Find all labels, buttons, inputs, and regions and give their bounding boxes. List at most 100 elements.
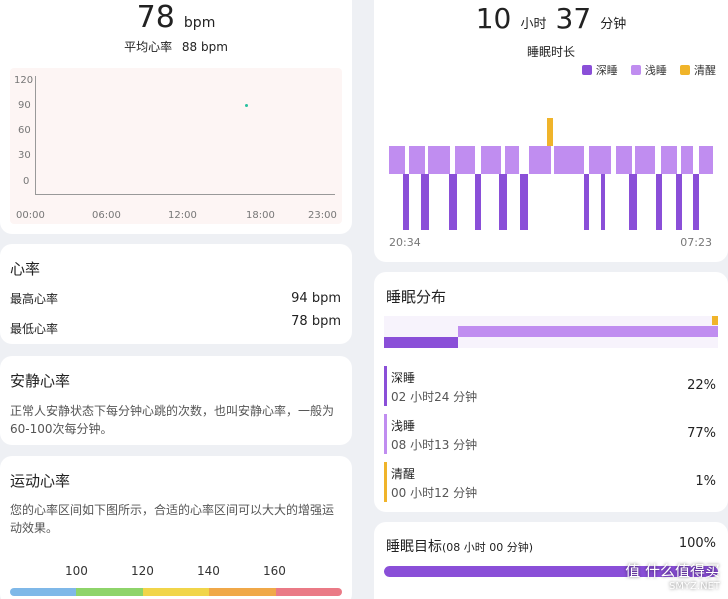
max-heart-rate-value: 94 bpm <box>291 291 341 306</box>
y-tick: 30 <box>18 150 31 161</box>
y-tick: 90 <box>18 100 31 111</box>
light-sleep-segment <box>616 146 632 174</box>
sleep-start-time: 20:34 <box>389 236 421 249</box>
average-label: 平均心率 <box>124 40 173 54</box>
light-sleep-segment <box>389 146 405 174</box>
deep-sleep-segment <box>601 174 605 230</box>
heart-rate-value: 78 <box>136 0 175 35</box>
card-title: 睡眠分布 <box>386 288 447 306</box>
exercise-description: 您的心率区间如下图所示，合适的心率区间可以大大的增强运动效果。 <box>10 503 335 535</box>
deep-sleep-segment <box>584 174 589 230</box>
x-tick: 00:00 <box>16 210 45 221</box>
x-tick: 06:00 <box>92 210 121 221</box>
deep-sleep-segment <box>693 174 699 230</box>
watermark: 值 什么值得买 SMYZ.NET <box>625 560 720 592</box>
heart-rate-unit: bpm <box>183 15 216 31</box>
legend-swatch <box>581 65 592 75</box>
average-value: 88 bpm <box>181 40 228 54</box>
sleep-minutes-unit: 分钟 <box>600 17 627 32</box>
sleep-distribution-card: 睡眠分布 深睡 02 小时24 分钟 22% 浅睡 08 小时13 分钟 77%… <box>374 272 728 512</box>
legend-label: 清醒 <box>694 64 716 77</box>
stage-percent: 1% <box>695 474 716 489</box>
zone-tick: 100 <box>65 564 88 578</box>
zone-segment <box>10 588 77 596</box>
x-tick: 18:00 <box>246 210 275 221</box>
sleep-summary-card: 10 小时 37 分钟 睡眠时长 深睡 浅睡 清醒 20:34 07:23 <box>374 0 728 262</box>
average-heart-rate: 平均心率 88 bpm <box>0 38 352 55</box>
deep-sleep-segment <box>520 174 528 230</box>
legend-label: 浅睡 <box>644 64 667 77</box>
light-sleep-segment <box>681 146 693 174</box>
distribution-item-light: 浅睡 08 小时13 分钟 77% <box>384 414 716 454</box>
zone-tick: 140 <box>197 564 220 578</box>
distribution-awake <box>712 316 718 325</box>
heart-rate-value-row: 78 bpm <box>0 0 352 35</box>
light-sleep-segment <box>589 146 611 174</box>
sleep-goal-card: 睡眠目标(08 小时 00 分钟) 100% 值 什么值得买 SMYZ.NET <box>374 522 728 599</box>
x-tick: 23:00 <box>308 210 337 221</box>
deep-sleep-segment <box>656 174 662 230</box>
heart-rate-summary-card: 78 bpm 平均心率 88 bpm 120 90 60 30 0 00:00 … <box>0 0 352 234</box>
watermark-text: 值 什么值得买 <box>625 562 720 580</box>
zone-segment <box>76 588 143 596</box>
sleep-end-time: 07:23 <box>680 236 712 249</box>
legend-light: 浅睡 <box>630 62 667 78</box>
stage-duration: 02 小时24 分钟 <box>391 390 478 404</box>
legend-label: 深睡 <box>595 64 618 77</box>
distribution-item-deep: 深睡 02 小时24 分钟 22% <box>384 366 716 406</box>
light-sleep-segment <box>661 146 677 174</box>
stage-color-stripe <box>384 462 387 502</box>
sleep-goal-subtitle: (08 小时 00 分钟) <box>442 541 534 554</box>
light-sleep-segment <box>554 146 584 174</box>
deep-sleep-segment <box>449 174 457 230</box>
y-tick: 120 <box>14 75 34 86</box>
light-sleep-segment <box>455 146 475 174</box>
sleep-stage-chart <box>389 116 713 230</box>
y-tick: 60 <box>18 125 31 136</box>
sleep-hours: 10 <box>475 2 512 35</box>
min-heart-rate-label: 最低心率 <box>10 322 59 336</box>
light-sleep-segment <box>635 146 655 174</box>
sleep-minutes: 37 <box>555 2 592 35</box>
heart-rate-zone-bar <box>10 588 342 596</box>
stage-duration: 00 小时12 分钟 <box>391 486 478 500</box>
sleep-hours-unit: 小时 <box>520 17 547 32</box>
resting-description: 正常人安静状态下每分钟心跳的次数，也叫安静心率，一般为60-100次每分钟。 <box>10 404 335 436</box>
distribution-deep <box>384 337 458 348</box>
zone-segment <box>142 588 210 596</box>
stage-name: 清醒 <box>391 467 416 481</box>
legend-awake: 清醒 <box>680 62 716 78</box>
deep-sleep-segment <box>629 174 637 230</box>
light-sleep-segment <box>505 146 519 174</box>
min-heart-rate-row: 最低心率 78 bpm <box>10 312 341 337</box>
light-sleep-segment <box>529 146 551 174</box>
sleep-duration-label: 睡眠时长 <box>526 45 575 59</box>
light-sleep-segment <box>481 146 501 174</box>
sleep-goal-percent: 100% <box>678 536 716 551</box>
light-sleep-segment <box>409 146 425 174</box>
resting-heart-rate-card: 安静心率 正常人安静状态下每分钟心跳的次数，也叫安静心率，一般为60-100次每… <box>0 356 352 445</box>
deep-sleep-segment <box>475 174 481 230</box>
stage-color-stripe <box>384 414 387 454</box>
awake-segment <box>547 118 553 146</box>
light-sleep-segment <box>699 146 713 174</box>
sleep-goal-title: 睡眠目标 <box>386 539 442 555</box>
stage-name: 浅睡 <box>391 419 416 433</box>
zone-segment <box>275 588 342 596</box>
y-axis-line <box>35 76 36 194</box>
legend-swatch <box>630 65 641 75</box>
heart-rate-data-point <box>245 104 248 107</box>
stage-name: 深睡 <box>391 371 416 385</box>
x-axis-line <box>35 194 335 195</box>
min-heart-rate-value: 78 bpm <box>291 314 341 329</box>
deep-sleep-segment <box>403 174 409 230</box>
max-heart-rate-row: 最高心率 94 bpm <box>10 290 341 307</box>
deep-sleep-segment <box>676 174 682 230</box>
sleep-distribution-bar <box>384 316 718 348</box>
heart-rate-chart: 120 90 60 30 0 00:00 06:00 12:00 18:00 2… <box>10 68 342 224</box>
card-title: 运动心率 <box>10 472 71 490</box>
max-heart-rate-label: 最高心率 <box>10 292 59 306</box>
distribution-item-awake: 清醒 00 小时12 分钟 1% <box>384 462 716 502</box>
deep-sleep-segment <box>499 174 507 230</box>
stage-percent: 77% <box>687 426 716 441</box>
